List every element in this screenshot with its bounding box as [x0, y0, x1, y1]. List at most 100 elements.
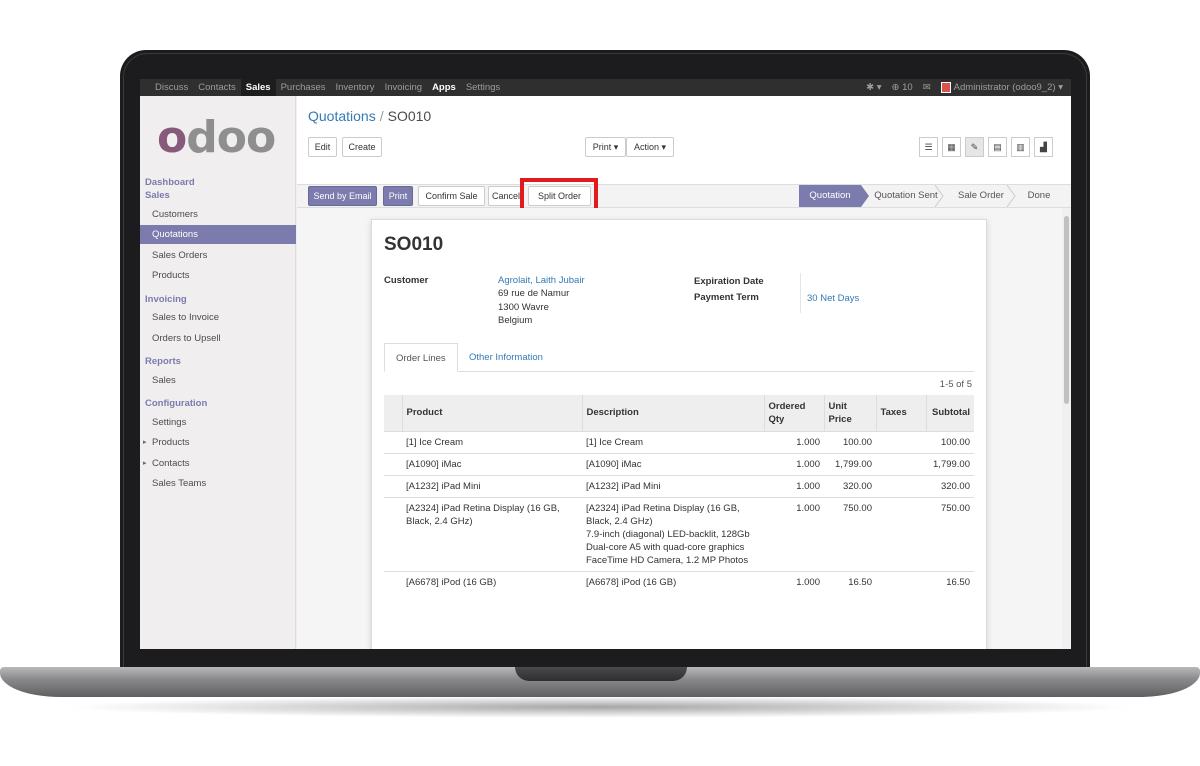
table-row[interactable]: [A6678] iPod (16 GB) [A6678] iPod (16 GB…	[384, 570, 974, 593]
sidebar-item-customers[interactable]: Customers	[140, 205, 296, 224]
cell-product: [A2324] iPad Retina Display (16 GB, Blac…	[402, 496, 582, 571]
tab-order-lines[interactable]: Order Lines	[384, 343, 458, 372]
column-ordered-qty[interactable]: Ordered Qty	[763, 395, 824, 431]
column-subtotal[interactable]: Subtotal	[925, 395, 974, 431]
kanban-view-icon[interactable]: ▦	[942, 137, 961, 157]
table-row[interactable]: [A1232] iPad Mini [A1232] iPad Mini 1.00…	[384, 474, 974, 497]
notifications[interactable]: ⊕ 10	[892, 82, 913, 93]
sidebar-item-contacts[interactable]: ▸ Contacts	[140, 454, 296, 473]
avatar	[940, 81, 951, 93]
payment-term-link[interactable]: 30 Net Days	[807, 293, 859, 304]
pivot-view-icon[interactable]: ▥	[1011, 137, 1030, 157]
user-menu[interactable]: Administrator (odoo9_2) ▾	[940, 81, 1063, 93]
confirm-sale-button[interactable]: Confirm Sale	[418, 186, 485, 206]
create-button[interactable]: Create	[342, 137, 382, 157]
menu-settings[interactable]: Settings	[461, 79, 505, 96]
logo-letters: doo	[186, 112, 276, 163]
menu-invoicing[interactable]: Invoicing	[380, 79, 428, 96]
sidebar-section-reports: Reports	[145, 356, 181, 367]
print-dropdown[interactable]: Print ▾	[585, 137, 626, 157]
table-row[interactable]: [1] Ice Cream [1] Ice Cream 1.000 100.00…	[384, 430, 974, 453]
column-taxes[interactable]: Taxes	[875, 395, 926, 431]
action-dropdown[interactable]: Action ▾	[626, 137, 674, 157]
cell-description: [1] Ice Cream	[582, 430, 764, 453]
print-button[interactable]: Print	[383, 186, 413, 206]
breadcrumb-quotations[interactable]: Quotations	[308, 108, 376, 124]
sidebar-item-reports-sales[interactable]: Sales	[140, 371, 296, 390]
table-row[interactable]: [A1090] iMac [A1090] iMac 1.000 1,799.00…	[384, 452, 974, 475]
cell-price: 750.00	[824, 496, 876, 571]
screen: Discuss Contacts Sales Purchases Invento…	[140, 79, 1071, 649]
menu-sales[interactable]: Sales	[240, 79, 276, 96]
edit-button[interactable]: Edit	[308, 137, 337, 157]
laptop-notch	[515, 667, 687, 681]
cell-subtotal: 750.00	[926, 496, 974, 571]
breadcrumb-current: SO010	[387, 108, 432, 124]
sidebar-item-sales-teams[interactable]: Sales Teams	[140, 474, 296, 493]
menu-purchases[interactable]: Purchases	[276, 79, 331, 96]
globe-icon: ⊕	[891, 82, 900, 93]
row-handle	[384, 570, 402, 593]
cell-subtotal: 1,799.00	[926, 452, 974, 475]
column-product[interactable]: Product	[401, 395, 582, 431]
stage-quotation-sent[interactable]: Quotation Sent	[873, 185, 939, 207]
menu-inventory[interactable]: Inventory	[330, 79, 379, 96]
stage-sale-order[interactable]: Sale Order	[955, 185, 1007, 207]
cell-qty: 1.000	[764, 430, 824, 453]
sidebar-item-settings[interactable]: Settings	[140, 413, 296, 432]
column-description[interactable]: Description	[581, 395, 764, 431]
notebook-tabs: Order Lines Other Information	[384, 343, 974, 372]
address-line: Belgium	[498, 315, 533, 326]
list-view-icon[interactable]: ☰	[919, 137, 938, 157]
column-unit-price[interactable]: Unit Price	[823, 395, 876, 431]
cancel-button[interactable]: Cancel	[488, 186, 524, 206]
menu-contacts[interactable]: Contacts	[193, 79, 241, 96]
tab-other-information[interactable]: Other Information	[458, 343, 554, 372]
cell-qty: 1.000	[764, 474, 824, 497]
stage-quotation[interactable]: Quotation	[799, 185, 861, 207]
menu-discuss[interactable]: Discuss	[150, 79, 193, 96]
cell-product: [A1090] iMac	[402, 452, 582, 475]
stage-done[interactable]: Done	[1021, 185, 1057, 207]
cell-taxes	[876, 496, 926, 571]
graph-view-icon[interactable]: ▟	[1034, 137, 1053, 157]
vertical-scrollbar[interactable]	[1062, 208, 1071, 649]
cell-description: [A1232] iPad Mini	[582, 474, 764, 497]
cell-price: 320.00	[824, 474, 876, 497]
handle-column	[384, 395, 402, 431]
sidebar-section-configuration: Configuration	[145, 398, 208, 409]
sidebar-item-dashboard[interactable]: Dashboard	[145, 177, 195, 188]
table-row[interactable]: [A2324] iPad Retina Display (16 GB, Blac…	[384, 496, 974, 571]
cell-qty: 1.000	[764, 452, 824, 475]
sidebar-item-sales-orders[interactable]: Sales Orders	[140, 246, 296, 265]
table-header-row: Product Description Ordered Qty Unit Pri…	[384, 395, 974, 431]
notification-count: 10	[902, 82, 913, 93]
sidebar-item-label: Contacts	[152, 458, 190, 469]
app-menu: Discuss Contacts Sales Purchases Invento…	[150, 79, 505, 96]
sidebar-item-sales-to-invoice[interactable]: Sales to Invoice	[140, 308, 296, 327]
scrollbar-thumb[interactable]	[1064, 216, 1069, 404]
odoo-logo[interactable]: odoo	[157, 116, 276, 160]
cell-description: [A1090] iMac	[582, 452, 764, 475]
main-content: Quotations / SO010 Edit Create Print ▾ Act…	[297, 96, 1071, 649]
cell-subtotal: 100.00	[926, 430, 974, 453]
calendar-view-icon[interactable]: ▤	[988, 137, 1007, 157]
sidebar-item-quotations[interactable]: Quotations	[140, 225, 296, 244]
send-by-email-button[interactable]: Send by Email	[308, 186, 377, 206]
cell-qty: 1.000	[764, 570, 824, 593]
form-view-icon[interactable]: ✎	[965, 137, 984, 157]
customer-link[interactable]: Agrolait, Laith Jubair	[498, 275, 585, 286]
caret-right-icon: ▸	[143, 439, 147, 446]
menu-apps[interactable]: Apps	[427, 79, 461, 96]
cell-product: [A6678] iPod (16 GB)	[402, 570, 582, 593]
pager-value[interactable]: 1-5 of 5	[940, 379, 972, 390]
sidebar-item-config-products[interactable]: ▸ Products	[140, 433, 296, 452]
bug-icon[interactable]: ✱ ▾	[866, 82, 881, 93]
cell-qty: 1.000	[764, 496, 824, 571]
logo-letter-o: o	[157, 112, 187, 163]
row-handle	[384, 452, 402, 475]
sidebar-item-products[interactable]: Products	[140, 266, 296, 285]
cell-product: [1] Ice Cream	[402, 430, 582, 453]
chat-icon[interactable]: ✉	[923, 82, 931, 93]
sidebar-item-orders-to-upsell[interactable]: Orders to Upsell	[140, 329, 296, 348]
